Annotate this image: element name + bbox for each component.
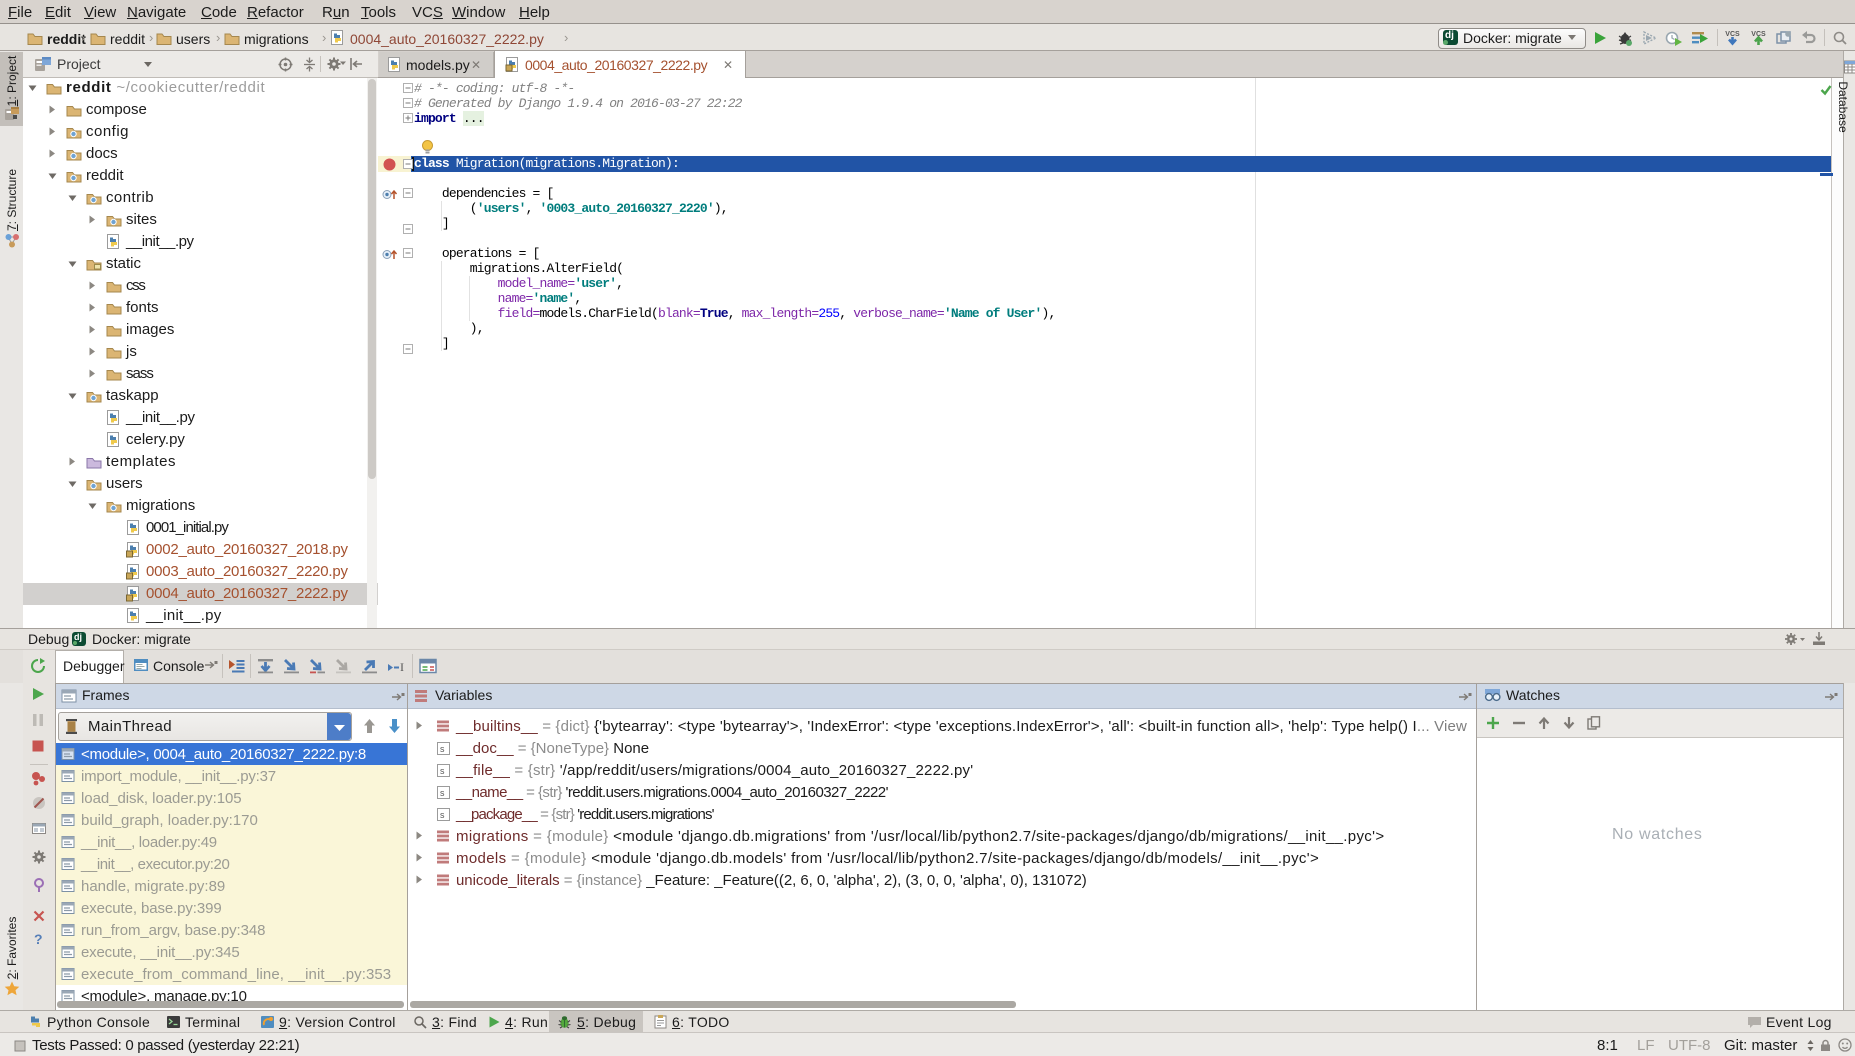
svg-text:s: s: [440, 811, 445, 821]
svg-text:s: s: [440, 767, 445, 777]
svg-text:s: s: [440, 789, 445, 799]
svg-text:I: I: [400, 660, 404, 674]
svg-text:VCS: VCS: [1725, 31, 1740, 38]
svg-text:s: s: [440, 745, 445, 755]
